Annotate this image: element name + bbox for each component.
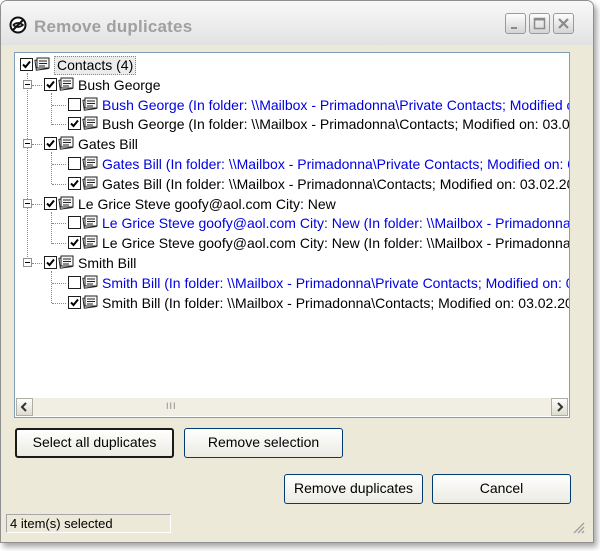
window-title: Remove duplicates — [34, 17, 193, 36]
contact-card-icon — [58, 136, 74, 151]
checkmark-icon — [70, 238, 79, 247]
checkbox[interactable] — [44, 78, 57, 91]
checkmark-icon — [70, 298, 79, 307]
close-button[interactable] — [553, 13, 574, 34]
contact-card-icon — [82, 235, 98, 250]
tree-item-label: Smith Bill — [78, 255, 137, 271]
checkmark-icon — [46, 139, 55, 148]
tree-item-label: Smith Bill (In folder: \\Mailbox - Prima… — [102, 275, 570, 291]
scrollbar-thumb-grip[interactable]: III — [166, 401, 177, 411]
checkmark-icon — [22, 60, 31, 69]
contact-card-icon — [58, 77, 74, 92]
horizontal-scrollbar[interactable]: III — [16, 398, 568, 416]
tree-item-label: Le Grice Steve goofy@aol.com City: New (… — [102, 235, 570, 251]
contact-card-icon — [82, 215, 98, 230]
contact-card-icon — [34, 57, 50, 72]
checkbox[interactable] — [68, 117, 81, 130]
resize-grip-icon[interactable] — [571, 520, 585, 534]
contact-card-icon — [82, 295, 98, 310]
contact-card-icon — [82, 97, 98, 112]
contact-card-icon — [58, 196, 74, 211]
checkmark-icon — [46, 258, 55, 267]
tree-group-item[interactable]: Bush George — [15, 75, 567, 95]
remove-duplicates-button[interactable]: Remove duplicates — [284, 474, 423, 504]
arrow-left-icon — [20, 402, 27, 412]
original-contact-item[interactable]: Le Grice Steve goofy@aol.com City: New (… — [15, 233, 570, 253]
checkbox[interactable] — [44, 256, 57, 269]
original-contact-item[interactable]: Smith Bill (In folder: \\Mailbox - Prima… — [15, 293, 570, 313]
duplicate-contact-item[interactable]: Bush George (In folder: \\Mailbox - Prim… — [15, 95, 570, 115]
checkmark-icon — [70, 179, 79, 188]
checkmark-icon — [46, 80, 55, 89]
contact-card-icon — [82, 156, 98, 171]
remove-selection-button[interactable]: Remove selection — [184, 428, 343, 458]
checkmark-icon — [46, 199, 55, 208]
tree-item-label: Gates Bill (In folder: \\Mailbox - Prima… — [102, 176, 570, 192]
checkbox[interactable] — [44, 137, 57, 150]
tree-item-label: Gates Bill — [78, 136, 138, 152]
checkbox[interactable] — [68, 216, 81, 229]
close-icon — [558, 18, 569, 29]
arrow-right-icon — [557, 402, 564, 412]
checkbox[interactable] — [20, 58, 33, 71]
tree-item-label: Gates Bill (In folder: \\Mailbox - Prima… — [102, 156, 570, 172]
duplicates-tree-view[interactable]: Contacts (4) Bush George Bush George (In f… — [14, 52, 570, 418]
duplicate-contact-item[interactable]: Smith Bill (In folder: \\Mailbox - Prima… — [15, 273, 570, 293]
original-contact-item[interactable]: Gates Bill (In folder: \\Mailbox - Prima… — [15, 174, 570, 194]
tree-group-item[interactable]: Gates Bill — [15, 134, 567, 154]
scroll-left-button[interactable] — [16, 398, 33, 416]
checkbox[interactable] — [68, 177, 81, 190]
tree-item-label: Contacts (4) — [54, 56, 137, 75]
cancel-button[interactable]: Cancel — [432, 474, 571, 504]
tree-item-label: Smith Bill (In folder: \\Mailbox - Prima… — [102, 295, 570, 311]
tree-group-item[interactable]: Smith Bill — [15, 253, 567, 273]
remove-duplicates-dialog: Remove duplicates Contacts (4) Bush Georg… — [0, 0, 594, 543]
checkmark-icon — [70, 119, 79, 128]
select-all-duplicates-button[interactable]: Select all duplicates — [15, 428, 174, 458]
scroll-right-button[interactable] — [551, 398, 568, 416]
tree-item-label: Bush George — [78, 77, 161, 93]
contact-card-icon — [82, 176, 98, 191]
original-contact-item[interactable]: Bush George (In folder: \\Mailbox - Prim… — [15, 114, 570, 134]
contact-card-icon — [58, 255, 74, 270]
maximize-icon — [533, 17, 546, 30]
tree-item-label: Le Grice Steve goofy@aol.com City: New (… — [102, 215, 570, 231]
status-text: 4 item(s) selected — [10, 516, 113, 531]
title-bar[interactable]: Remove duplicates — [1, 1, 593, 45]
minimize-icon — [511, 27, 517, 29]
duplicate-contact-item[interactable]: Gates Bill (In folder: \\Mailbox - Prima… — [15, 154, 570, 174]
maximize-button[interactable] — [529, 13, 550, 34]
tree-item-label: Bush George (In folder: \\Mailbox - Prim… — [102, 97, 570, 113]
contact-card-icon — [82, 116, 98, 131]
minimize-button[interactable] — [505, 13, 526, 34]
checkbox[interactable] — [44, 197, 57, 210]
checkbox[interactable] — [68, 296, 81, 309]
tree-root-contacts[interactable]: Contacts (4) — [15, 55, 567, 75]
checkbox[interactable] — [68, 157, 81, 170]
tree-item-label: Le Grice Steve goofy@aol.com City: New — [78, 196, 336, 212]
checkbox[interactable] — [68, 236, 81, 249]
checkbox[interactable] — [68, 276, 81, 289]
tree-group-item[interactable]: Le Grice Steve goofy@aol.com City: New — [15, 194, 567, 214]
status-bar: 4 item(s) selected — [6, 514, 171, 533]
duplicate-contact-item[interactable]: Le Grice Steve goofy@aol.com City: New (… — [15, 213, 570, 233]
tree-item-label: Bush George (In folder: \\Mailbox - Prim… — [102, 116, 570, 132]
checkbox[interactable] — [68, 98, 81, 111]
contact-card-icon — [82, 275, 98, 290]
app-logo-icon — [9, 16, 27, 34]
